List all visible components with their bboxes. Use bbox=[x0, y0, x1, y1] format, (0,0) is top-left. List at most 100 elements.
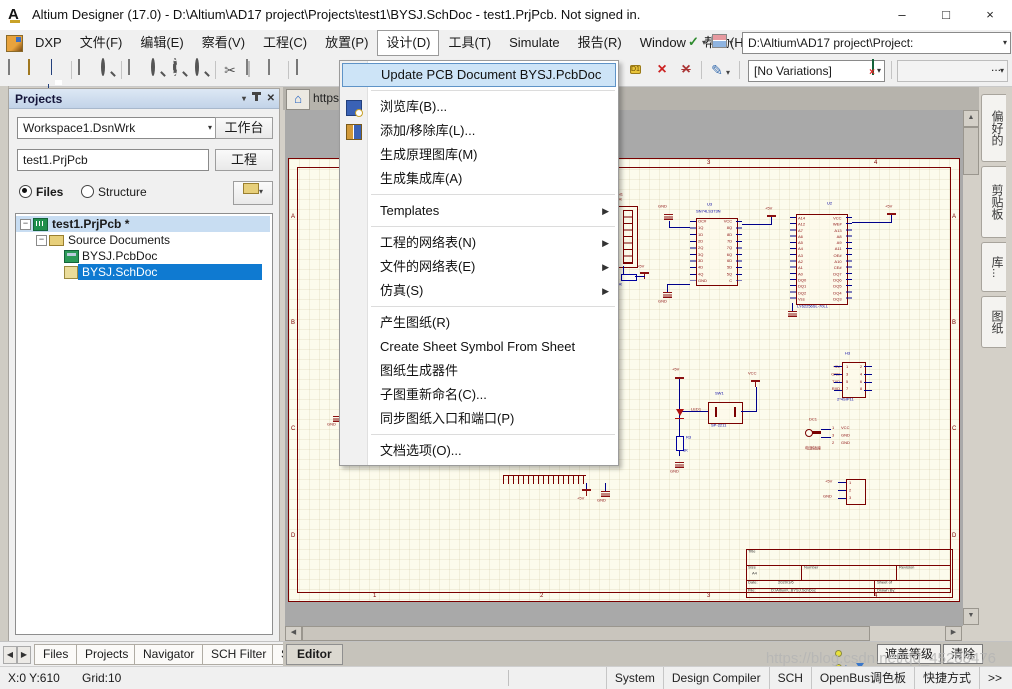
menu-edit[interactable]: 编辑(E) bbox=[131, 30, 192, 56]
delete-icon[interactable]: × bbox=[652, 60, 672, 80]
menu-item-templates[interactable]: Templates bbox=[340, 199, 618, 223]
tab-projects[interactable]: Projects bbox=[76, 644, 137, 665]
copy-icon[interactable] bbox=[242, 60, 262, 80]
menu-item-create-sheet[interactable]: 产生图纸(R) bbox=[340, 311, 618, 335]
more-button[interactable]: ... bbox=[991, 60, 1009, 80]
tab-sch-inspector[interactable]: SCH bbox=[272, 644, 283, 665]
menu-place[interactable]: 放置(P) bbox=[316, 30, 377, 56]
minimize-button[interactable]: – bbox=[880, 0, 924, 30]
menu-item-netlist-for-project[interactable]: 工程的网络表(N) bbox=[340, 231, 618, 255]
menu-item-netlist-for-document[interactable]: 文件的网络表(E) bbox=[340, 255, 618, 279]
horizontal-scrollbar[interactable]: ◀ ▶ bbox=[285, 626, 963, 641]
tool-icon[interactable] bbox=[294, 60, 314, 80]
panels-icon[interactable] bbox=[126, 60, 146, 80]
tabs-scroll-right-icon[interactable]: ▶ bbox=[17, 646, 31, 664]
open-project-button[interactable] bbox=[233, 181, 273, 205]
variant-board-icon[interactable] bbox=[870, 60, 890, 80]
menu-design[interactable]: 设计(D) bbox=[377, 30, 439, 56]
menu-dxp[interactable]: DXP bbox=[26, 30, 71, 56]
workbench-button[interactable]: 工作台 bbox=[215, 117, 273, 139]
menu-item-document-options[interactable]: 文档选项(O)... bbox=[340, 439, 618, 463]
tree-row-schdoc[interactable]: BYSJ.SchDoc bbox=[16, 264, 270, 280]
delete-all-icon[interactable]: × bbox=[676, 60, 696, 80]
panel-menu-icon[interactable] bbox=[242, 93, 246, 104]
scroll-left-icon[interactable]: ◀ bbox=[285, 626, 302, 641]
scroll-up-icon[interactable]: ▲ bbox=[963, 110, 979, 127]
zoom-area-icon[interactable] bbox=[170, 60, 190, 80]
menu-item-create-parts-from-sheet[interactable]: 图纸生成器件 bbox=[340, 359, 618, 383]
tab-navigator[interactable]: Navigator bbox=[134, 644, 203, 665]
status-sch[interactable]: SCH bbox=[769, 667, 811, 689]
menu-item-create-sheet-symbol[interactable]: Create Sheet Symbol From Sheet bbox=[340, 335, 618, 359]
tag-icon[interactable]: D1 bbox=[628, 60, 648, 80]
status-more[interactable]: >> bbox=[979, 667, 1010, 689]
tabs-scroll-left-icon[interactable]: ◀ bbox=[3, 646, 17, 664]
menu-item-update-pcb[interactable]: Update PCB Document BYSJ.PcbDoc bbox=[342, 63, 616, 87]
collapse-icon[interactable] bbox=[20, 219, 31, 230]
layers-icon[interactable] bbox=[712, 34, 727, 48]
project-button[interactable]: 工程 bbox=[215, 149, 273, 171]
tab-files[interactable]: Files bbox=[34, 644, 77, 665]
menu-item-add-remove-library[interactable]: 添加/移除库(L)... bbox=[340, 119, 618, 143]
structure-radio[interactable]: Structure bbox=[81, 185, 147, 199]
menu-tools[interactable]: 工具(T) bbox=[439, 30, 500, 56]
files-radio[interactable]: Files bbox=[19, 185, 63, 199]
print-icon[interactable] bbox=[76, 60, 96, 80]
menu-item-browse-library[interactable]: 浏览库(B)... bbox=[340, 95, 618, 119]
panel-tab-libraries[interactable]: 库... bbox=[981, 242, 1006, 292]
save-icon[interactable] bbox=[48, 60, 68, 80]
structure-radio-circle[interactable] bbox=[81, 185, 94, 198]
tree-row-project[interactable]: test1.PrjPcb * bbox=[16, 216, 270, 232]
cut-icon[interactable]: ✂ bbox=[220, 60, 240, 80]
layers-dropdown-icon[interactable] bbox=[729, 34, 733, 52]
menu-item-sync-sheet-entries[interactable]: 同步图纸入口和端口(P) bbox=[340, 407, 618, 431]
scroll-down-icon[interactable]: ▼ bbox=[963, 608, 979, 625]
files-radio-circle[interactable] bbox=[19, 185, 32, 198]
project-path-combo[interactable]: D:\Altium\AD17 project\Project: bbox=[742, 32, 1011, 54]
collapse-icon[interactable] bbox=[36, 235, 47, 246]
scroll-right-icon[interactable]: ▶ bbox=[945, 626, 962, 641]
menu-item-make-integrated-library[interactable]: 生成集成库(A) bbox=[340, 167, 618, 191]
pencil-icon[interactable]: ✎ bbox=[707, 60, 727, 80]
menu-view[interactable]: 察看(V) bbox=[193, 30, 254, 56]
print-preview-icon[interactable] bbox=[98, 60, 118, 80]
status-system[interactable]: System bbox=[606, 667, 663, 689]
paste-icon[interactable] bbox=[264, 60, 284, 80]
tree-row-pcbdoc[interactable]: BYSJ.PcbDoc bbox=[16, 248, 270, 264]
vertical-scroll-thumb[interactable] bbox=[963, 127, 979, 175]
home-icon[interactable] bbox=[286, 89, 310, 110]
menu-window[interactable]: Window bbox=[631, 30, 695, 56]
panel-tab-favorites[interactable]: 偏好的 bbox=[981, 94, 1006, 162]
tab-sch-filter[interactable]: SCH Filter bbox=[202, 644, 275, 665]
new-document-icon[interactable] bbox=[4, 60, 24, 80]
menu-item-rename-child-sheet[interactable]: 子图重新命名(C)... bbox=[340, 383, 618, 407]
panel-tab-clipboard[interactable]: 剪贴板 bbox=[981, 166, 1006, 238]
maximize-button[interactable]: □ bbox=[924, 0, 968, 30]
tab-editor[interactable]: Editor bbox=[286, 644, 343, 665]
status-design-compiler[interactable]: Design Compiler bbox=[663, 667, 769, 689]
project-field[interactable]: test1.PrjPcb bbox=[17, 149, 209, 171]
validate-dropdown-icon[interactable] bbox=[702, 34, 706, 52]
panel-close-icon[interactable]: ✕ bbox=[267, 93, 275, 104]
close-button[interactable]: × bbox=[968, 0, 1012, 30]
menu-simulate[interactable]: Simulate bbox=[500, 30, 569, 56]
panel-tab-sheet[interactable]: 图纸 bbox=[981, 296, 1006, 348]
horizontal-scroll-thumb[interactable] bbox=[302, 626, 870, 641]
menu-item-simulate[interactable]: 仿真(S) bbox=[340, 279, 618, 303]
vertical-scrollbar[interactable]: ▲ ▼ bbox=[963, 110, 979, 626]
workspace-combo[interactable]: Workspace1.DsnWrk bbox=[17, 117, 216, 139]
variations-combo[interactable]: [No Variations] bbox=[748, 60, 885, 82]
menu-file[interactable]: 文件(F) bbox=[71, 30, 132, 56]
zoom-document-icon[interactable] bbox=[148, 60, 168, 80]
pencil-dropdown-icon[interactable] bbox=[726, 64, 746, 84]
document-tab-https[interactable]: https bbox=[313, 91, 339, 105]
status-shortcuts[interactable]: 快捷方式 bbox=[914, 667, 979, 689]
dxp-icon[interactable] bbox=[6, 35, 23, 52]
menu-reports[interactable]: 报告(R) bbox=[569, 30, 631, 56]
tree-row-source-documents[interactable]: Source Documents bbox=[16, 232, 270, 248]
zoom-point-icon[interactable] bbox=[192, 60, 212, 80]
pin-icon[interactable] bbox=[255, 92, 258, 101]
status-openbus-palette[interactable]: OpenBus调色板 bbox=[811, 667, 914, 689]
projects-panel-header[interactable]: Projects ✕ bbox=[9, 89, 279, 109]
validate-icon[interactable]: ✓ bbox=[688, 34, 699, 52]
